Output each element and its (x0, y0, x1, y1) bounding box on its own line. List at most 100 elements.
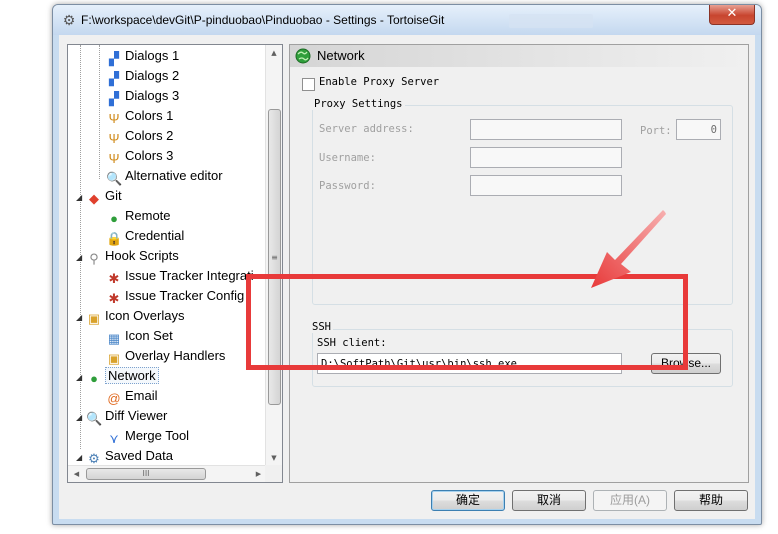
proxy-settings-group-label: Proxy Settings (312, 98, 405, 110)
tree-item[interactable]: ✱ Issue Tracker Integrati (106, 266, 254, 286)
tree-item[interactable]: ▞ Dialogs 1 (106, 46, 179, 66)
dialogs-icon: ▞ (109, 71, 119, 86)
tree-item[interactable]: ▦ Icon Set (106, 326, 173, 346)
globe-icon: ● (110, 211, 118, 226)
tree-item[interactable]: Ψ Colors 3 (106, 146, 174, 166)
username-label: Username: (319, 152, 376, 164)
tree-expander-icon[interactable]: ◢ (76, 408, 86, 428)
magnifier-icon: 🔍 (106, 171, 123, 186)
server-address-input[interactable] (470, 119, 622, 140)
lock-icon: 🔒 (106, 231, 123, 246)
tree-item[interactable]: ▣ Overlay Handlers (106, 346, 226, 366)
tree-item[interactable]: ▞ Dialogs 2 (106, 66, 179, 86)
tree-item[interactable]: Ψ Colors 1 (106, 106, 174, 126)
tree-item-label: Dialogs 3 (125, 88, 180, 103)
tree-item[interactable]: @ Email (106, 386, 158, 406)
annotation-arrow-icon (591, 210, 666, 288)
tree-expander-icon[interactable]: ◢ (76, 248, 86, 268)
port-label: Port: (640, 125, 672, 137)
dialogs-icon: ▞ (109, 91, 119, 106)
enable-proxy-label[interactable]: Enable Proxy Server (319, 76, 439, 88)
tree-item-label: Credential (125, 228, 185, 243)
tree-item-label: Issue Tracker Integrati (125, 268, 254, 283)
tree-item[interactable]: Ψ Colors 2 (106, 126, 174, 146)
tree-item-label: Git (105, 188, 122, 203)
tree-item-label: Colors 1 (125, 108, 174, 123)
hook-icon: ⚲ (89, 251, 99, 266)
enable-proxy-checkbox[interactable] (302, 78, 315, 91)
port-field[interactable] (677, 120, 720, 139)
server-address-field[interactable] (471, 120, 621, 139)
cancel-button[interactable]: 取消 (512, 490, 586, 511)
close-button[interactable]: ✕ (709, 5, 755, 25)
scroll-left-arrow-icon[interactable]: ◀ (68, 466, 85, 482)
tree-item[interactable]: 🔍 Alternative editor (106, 166, 223, 186)
globe-icon: ● (90, 371, 98, 386)
overlay-icon: ▣ (107, 351, 121, 366)
username-input[interactable] (470, 147, 622, 168)
ok-button[interactable]: 确定 (431, 490, 505, 511)
panel-header: Network (290, 45, 748, 67)
server-address-label: Server address: (319, 123, 414, 135)
tree-item-label: Icon Set (125, 328, 173, 343)
magnifier-icon: 🔍 (86, 411, 103, 426)
help-button[interactable]: 帮助 (674, 490, 748, 511)
iconset-icon: ▦ (107, 331, 121, 346)
tree-item-label: Overlay Handlers (125, 348, 226, 363)
tree-item[interactable]: ▞ Dialogs 3 (106, 86, 179, 106)
bug-icon: ✱ (108, 271, 120, 286)
tree-item[interactable]: ◢ ● Network (76, 366, 159, 386)
network-settings-panel: Network Enable Proxy Server Proxy Settin… (289, 44, 749, 483)
tree-item-label: Remote (125, 208, 171, 223)
tortoisegit-settings-icon: ⚙ (62, 13, 76, 29)
git-icon: ◆ (89, 191, 99, 206)
globe-icon (295, 48, 311, 64)
dialogs-icon: ▞ (109, 51, 119, 66)
tree-item[interactable]: ◢ ▣ Icon Overlays (76, 306, 184, 326)
tree-item[interactable]: ✱ Issue Tracker Config (106, 286, 245, 306)
tree-item-label: Dialogs 2 (125, 68, 180, 83)
merge-icon: ⋎ (109, 431, 119, 446)
tree-item[interactable]: ◢ ⚙ Saved Data (76, 446, 173, 466)
tree-item-label: Icon Overlays (105, 308, 185, 323)
settings-tree[interactable]: ▞ Dialogs 1 ▞ Dialogs 2 ▞ Dialogs 3 Ψ Colors 1Ψ… (67, 44, 283, 483)
tree-expander-icon[interactable]: ◢ (76, 188, 86, 208)
colors-icon: Ψ (108, 111, 120, 126)
tree-item-label: Colors 2 (125, 128, 174, 143)
tree-item[interactable]: ● Remote (106, 206, 171, 226)
username-field[interactable] (471, 148, 621, 167)
tree-guide-line (99, 45, 100, 179)
tree-item-label: Email (125, 388, 158, 403)
tree-item-label: Hook Scripts (105, 248, 179, 263)
apply-button[interactable]: 应用(A) (593, 490, 667, 511)
tree-item[interactable]: ◢ 🔍 Diff Viewer (76, 406, 167, 426)
tree-vertical-scrollbar[interactable]: ▲ ≡ ▼ (265, 45, 282, 467)
scroll-up-arrow-icon[interactable]: ▲ (266, 45, 282, 62)
overlay-icon: ▣ (87, 311, 101, 326)
colors-icon: Ψ (108, 131, 120, 146)
window-title: F:\workspace\devGit\P-pinduobao\Pinduoba… (81, 13, 445, 27)
password-label: Password: (319, 180, 376, 192)
panel-title: Network (317, 48, 365, 63)
port-input[interactable] (676, 119, 721, 140)
tree-item[interactable]: ◢ ⚲ Hook Scripts (76, 246, 179, 266)
horizontal-scroll-thumb[interactable]: III (86, 468, 206, 480)
tree-item-label: Network (105, 367, 159, 384)
tree-expander-icon[interactable]: ◢ (76, 308, 86, 328)
tree-item-label: Alternative editor (125, 168, 223, 183)
email-icon: @ (107, 391, 121, 406)
tree-item[interactable]: ◢ ◆ Git (76, 186, 122, 206)
tree-item-label: Saved Data (105, 448, 173, 463)
tree-item[interactable]: ⋎ Merge Tool (106, 426, 189, 446)
tree-item[interactable]: 🔒 Credential (106, 226, 184, 246)
scrollbar-corner (265, 465, 282, 482)
tree-item-label: Colors 3 (125, 148, 174, 163)
tree-item-label: Issue Tracker Config (125, 288, 245, 303)
tree-item-label: Diff Viewer (105, 408, 168, 423)
title-bar-decoration (509, 14, 593, 28)
tree-item-label: Dialogs 1 (125, 48, 180, 63)
tree-expander-icon[interactable]: ◢ (76, 368, 86, 388)
tree-item-label: Merge Tool (125, 428, 190, 443)
colors-icon: Ψ (108, 151, 120, 166)
tree-horizontal-scrollbar[interactable]: ◀ III ▶ (68, 465, 267, 482)
